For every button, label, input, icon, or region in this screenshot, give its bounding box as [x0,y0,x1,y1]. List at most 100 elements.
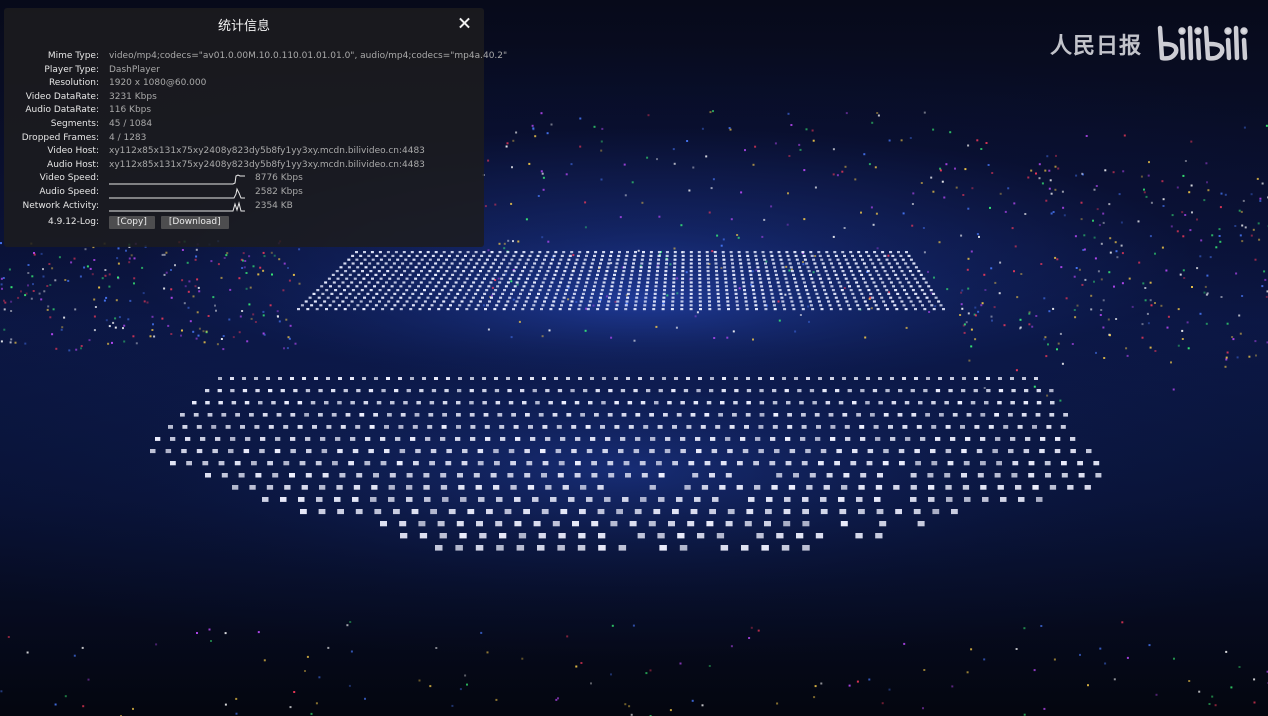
led-light [339,292,343,295]
crowd-light [1061,190,1064,193]
led-light [192,401,197,405]
led-light [462,449,468,454]
led-light [455,437,461,441]
crowd-light [730,645,733,648]
led-light [973,389,978,393]
led-light [688,461,695,466]
led-light [376,281,380,284]
led-light [420,292,424,295]
led-light [380,521,387,527]
led-light [681,273,685,276]
crowd-light [163,253,166,256]
led-light [465,308,469,311]
led-light [897,251,900,254]
crowd-light [195,255,198,258]
crowd-light [49,284,52,286]
led-light [629,521,637,527]
led-light [444,296,448,299]
led-light [387,300,391,303]
crowd-light [262,310,265,313]
led-light [643,300,647,303]
led-light [567,258,571,261]
crowd-light [132,707,134,710]
crowd-light [572,254,575,257]
crowd-light [1176,186,1179,189]
led-light [514,521,522,527]
led-light [412,258,416,261]
led-light [909,300,913,303]
close-icon[interactable] [454,12,476,34]
led-light [274,449,281,454]
led-light [997,485,1004,490]
led-light [562,251,566,254]
led-light [729,425,735,429]
copy-log-button[interactable]: [Copy] [109,216,155,230]
crowd-light [570,163,573,166]
led-light [935,437,941,441]
crowd-light [278,258,281,261]
crowd-light [197,286,200,289]
led-light [838,497,845,502]
led-light [965,437,971,441]
led-light [729,251,733,254]
crowd-light [1121,252,1124,255]
led-light [792,308,796,311]
video-player[interactable]: 人民日报 统计信息 Mime Type: video/mp4;codecs="a… [0,0,1268,716]
crowd-light [788,155,791,157]
led-light [417,262,421,265]
led-light [408,296,412,299]
crowd-light [104,269,107,271]
led-light [591,258,595,261]
led-light [655,273,659,276]
led-light [767,277,771,280]
led-light [647,273,651,276]
led-light [557,262,561,265]
led-light [511,413,516,417]
crowd-light [1263,270,1266,273]
led-light [980,413,986,417]
download-log-button[interactable]: [Download] [160,216,229,230]
led-light [772,262,776,265]
led-light [1049,389,1054,393]
led-light [823,289,826,292]
crowd-light [1145,195,1148,198]
led-light [962,377,966,380]
led-light [205,473,211,478]
led-light [472,254,476,257]
crowd-light [864,336,867,339]
led-light [734,377,738,380]
crowd-light [580,662,583,664]
led-light [373,285,376,288]
led-light [434,285,438,288]
led-light [449,304,452,307]
crowd-light [222,348,225,351]
led-light [379,277,383,280]
crowd-light [807,305,809,308]
crowd-light [1187,347,1190,350]
crowd-light [87,678,90,681]
led-light [1023,401,1029,405]
led-light [571,449,577,454]
crowd-light [960,303,963,306]
led-light [275,437,281,441]
led-light [566,262,570,265]
led-light [642,308,646,311]
crowd-light [104,274,107,277]
crowd-light [983,387,986,389]
led-light [950,437,956,441]
led-light [640,258,644,261]
led-light [825,296,829,299]
led-light [462,270,466,273]
crowd-light [0,242,2,245]
crowd-light [125,249,127,252]
led-light [665,262,668,265]
led-light [624,304,628,307]
led-light [635,292,639,295]
led-light [377,270,381,273]
led-light [791,304,795,307]
led-light [541,304,545,307]
crowd-light [196,278,199,281]
led-light [629,277,633,280]
crowd-light [241,267,244,269]
led-light [324,401,329,405]
